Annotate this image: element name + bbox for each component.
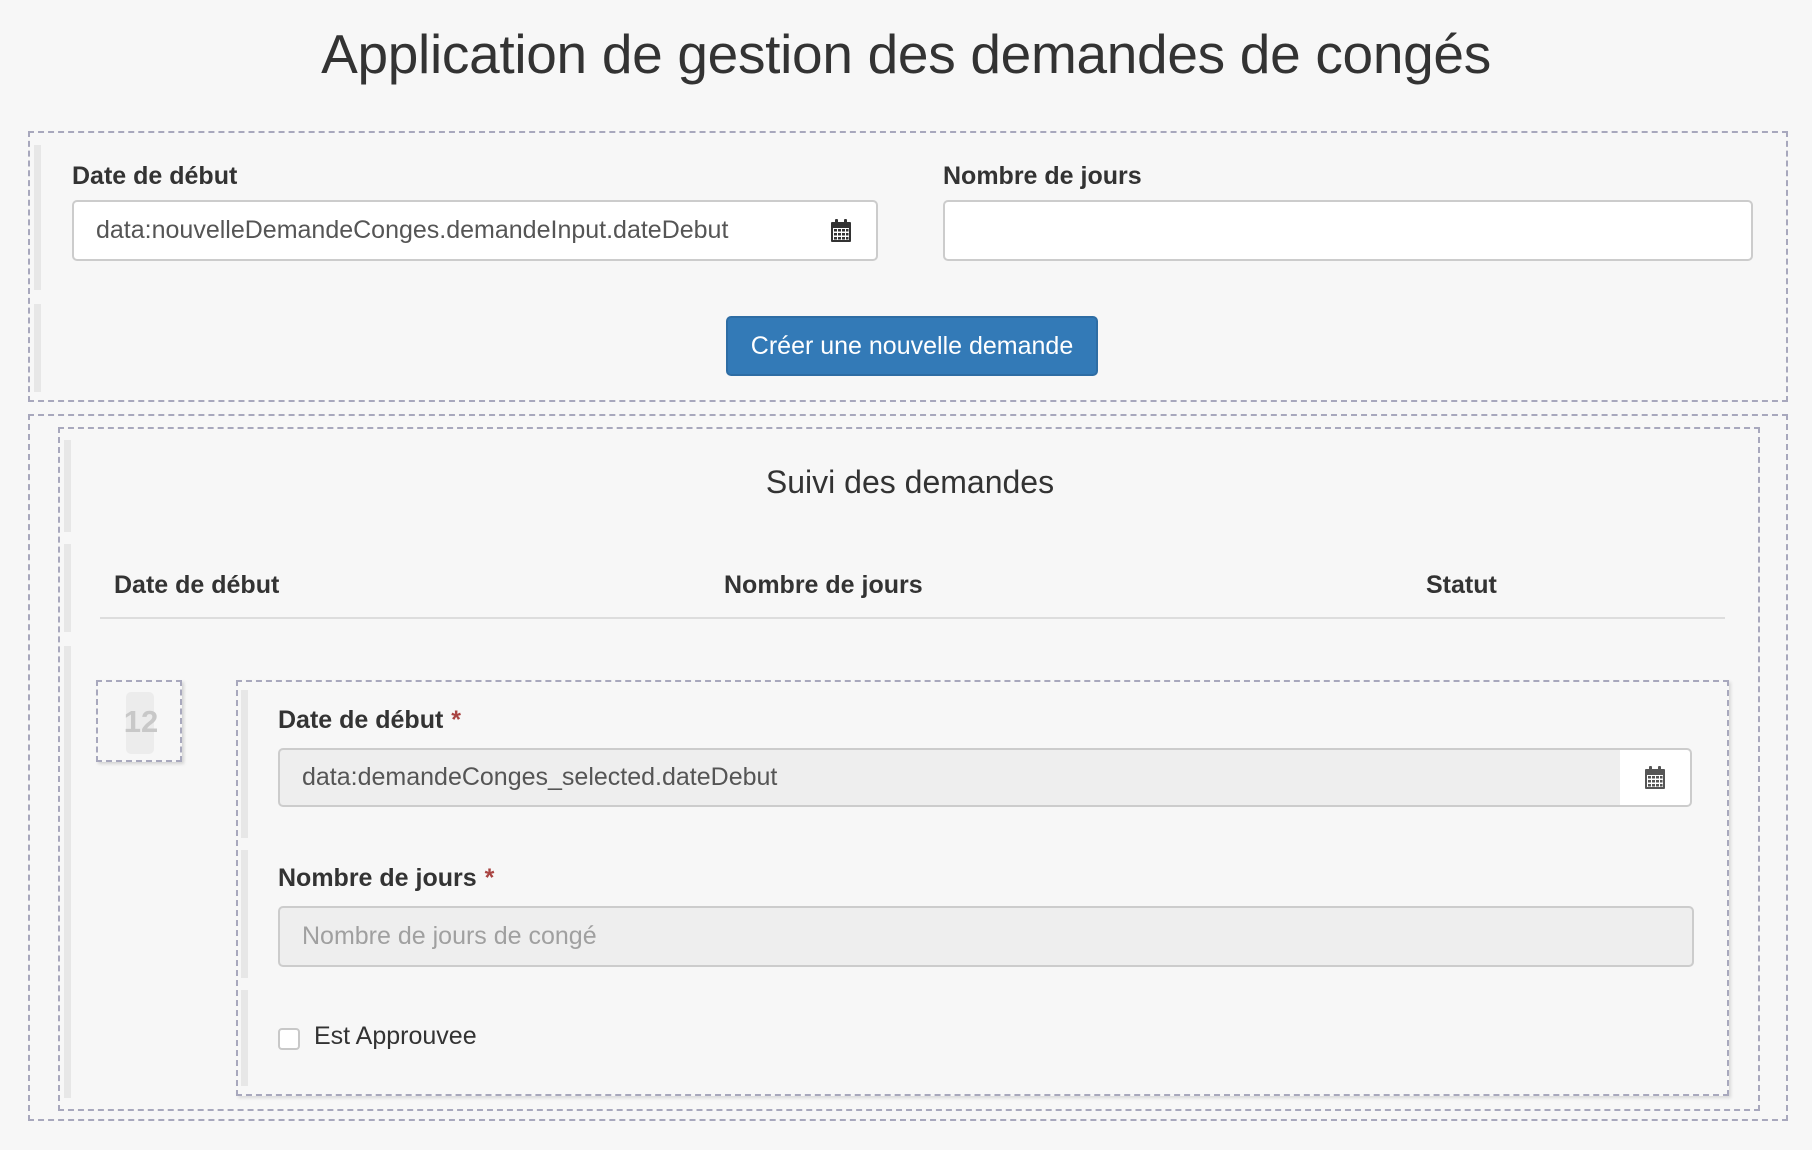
tracking-title: Suivi des demandes: [765, 464, 1055, 500]
row-indicator: [241, 850, 248, 978]
row-indicator: [241, 690, 248, 838]
required-marker: *: [451, 706, 462, 734]
detail-start-date-input[interactable]: [278, 748, 1622, 807]
start-date-label: Date de début: [72, 162, 238, 190]
column-header-status: Statut: [1426, 571, 1497, 599]
row-indicator: [64, 646, 71, 1098]
detail-start-date-label: Date de début *: [278, 706, 461, 735]
approved-label: Est Approuvee: [314, 1022, 477, 1050]
required-marker: *: [484, 864, 495, 892]
table-header-divider: [100, 617, 1725, 619]
create-request-button[interactable]: Créer une nouvelle demande: [726, 316, 1098, 376]
calendar-button[interactable]: [806, 200, 878, 261]
calendar-icon: [829, 218, 853, 244]
row-id-cell[interactable]: 12: [96, 680, 182, 762]
start-date-input[interactable]: [72, 200, 808, 261]
row-id: 12: [123, 704, 159, 739]
column-header-start-date: Date de début: [114, 571, 280, 599]
row-indicator: [241, 990, 248, 1086]
detail-days-label: Nombre de jours *: [278, 864, 494, 893]
row-indicator: [34, 304, 41, 392]
row-indicator: [34, 145, 41, 290]
row-indicator: [64, 544, 71, 632]
days-count-label: Nombre de jours: [943, 162, 1142, 190]
column-header-days: Nombre de jours: [724, 571, 923, 599]
detail-days-label-text: Nombre de jours: [278, 864, 477, 892]
calendar-icon: [1643, 765, 1667, 791]
approved-checkbox[interactable]: [278, 1028, 300, 1050]
detail-calendar-button[interactable]: [1620, 748, 1692, 807]
days-count-input[interactable]: [943, 200, 1753, 261]
page-title: Application de gestion des demandes de c…: [321, 23, 1491, 85]
detail-start-date-label-text: Date de début: [278, 706, 444, 734]
detail-days-input[interactable]: [278, 906, 1694, 967]
